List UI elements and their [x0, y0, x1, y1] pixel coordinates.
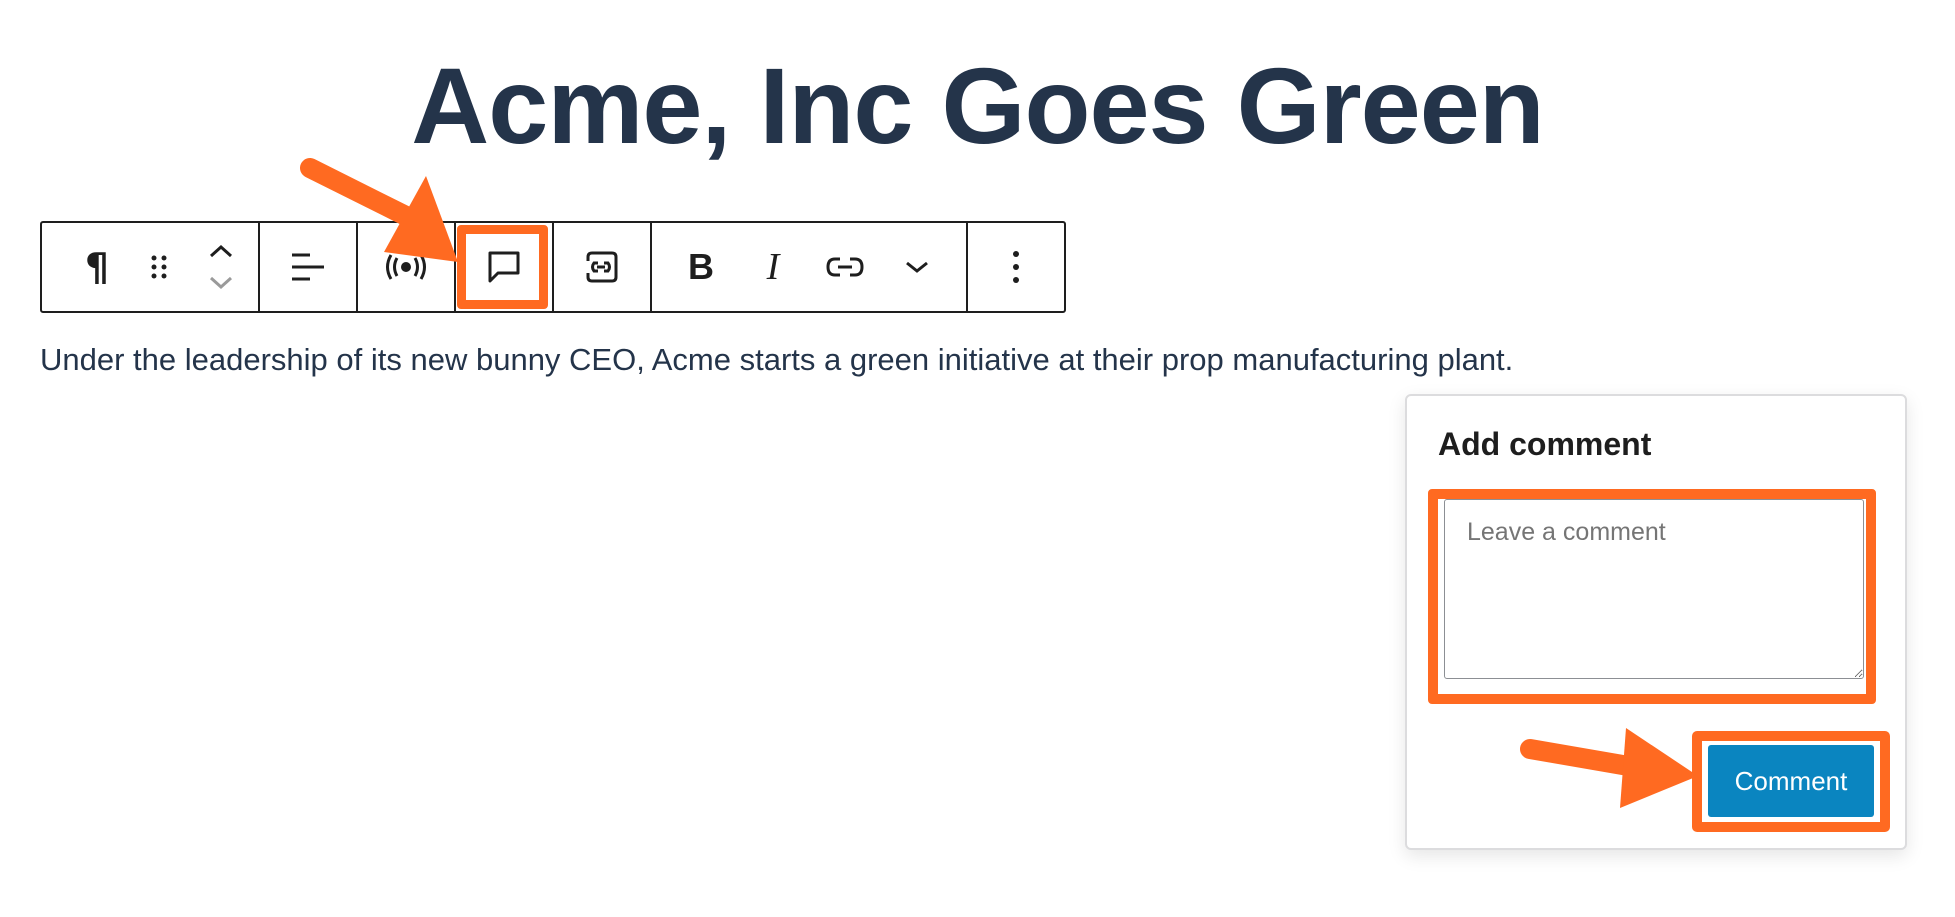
drag-handle[interactable] [128, 223, 190, 311]
paragraph-block-button[interactable]: ¶ [66, 223, 128, 311]
link-button[interactable] [809, 223, 881, 311]
post-paragraph[interactable]: Under the leadership of its new bunny CE… [40, 338, 1513, 382]
paragraph-icon: ¶ [84, 245, 110, 289]
drag-handle-icon [151, 255, 167, 279]
move-up-down-icon [209, 244, 233, 290]
italic-button[interactable]: I [737, 223, 809, 311]
align-left-icon [292, 253, 324, 281]
move-up-down-button[interactable] [190, 223, 252, 311]
link-embed-button[interactable] [571, 223, 633, 311]
add-comment-heading: Add comment [1438, 426, 1652, 462]
link-icon [826, 257, 864, 277]
more-options-icon [1013, 251, 1019, 283]
comment-submit-button[interactable]: Comment [1708, 745, 1874, 817]
post-title[interactable]: Acme, Inc Goes Green [0, 42, 1955, 170]
more-formats-button[interactable] [881, 223, 953, 311]
broadcast-group [358, 223, 456, 311]
chevron-down-icon [906, 261, 928, 273]
embed-group [554, 223, 652, 311]
bold-button[interactable]: B [665, 223, 737, 311]
block-toolbar: ¶ B I [40, 221, 1066, 313]
comment-icon [488, 251, 520, 283]
align-button[interactable] [277, 223, 339, 311]
broadcast-button[interactable] [375, 223, 437, 311]
options-group [968, 223, 1064, 311]
comment-textarea[interactable] [1444, 499, 1864, 679]
bold-icon: B [688, 246, 714, 287]
comment-group [456, 223, 554, 311]
italic-icon: I [766, 246, 780, 288]
broadcast-icon [386, 254, 426, 280]
add-comment-button[interactable] [473, 223, 535, 311]
format-group: B I [652, 223, 968, 311]
block-controls-group: ¶ [42, 223, 260, 311]
link-embed-icon [586, 251, 618, 283]
options-button[interactable] [985, 223, 1047, 311]
align-group [260, 223, 358, 311]
